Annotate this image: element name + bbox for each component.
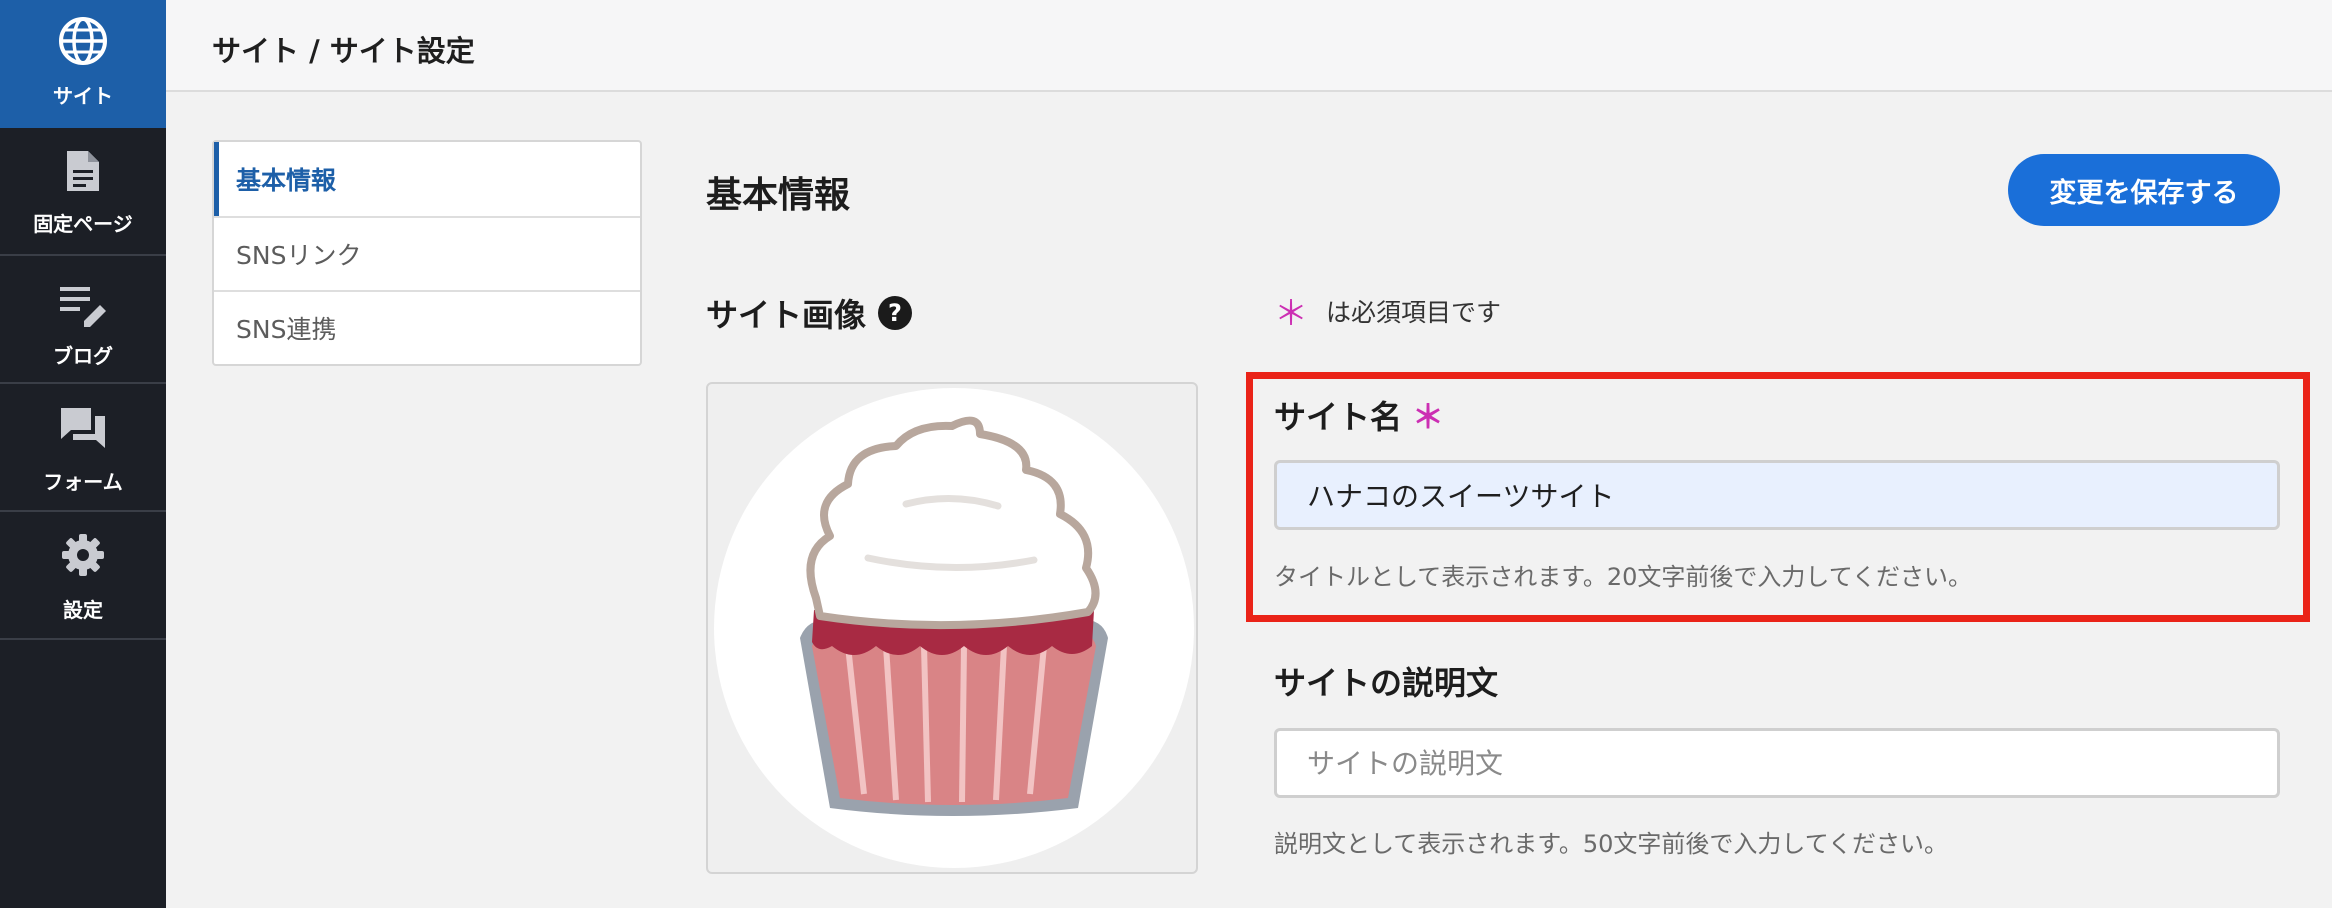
- site-image-heading: サイト画像 ?: [706, 290, 913, 336]
- nav-item-label: サイト: [53, 84, 113, 108]
- nav-item-settings[interactable]: 設定: [0, 512, 166, 640]
- site-name-hint: タイトルとして表示されます。20文字前後で入力してください。: [1274, 563, 1972, 591]
- site-name-label: サイト名＊: [1274, 392, 1444, 438]
- save-button[interactable]: 変更を保存する: [2008, 154, 2280, 226]
- nav-item-blog[interactable]: ブログ: [0, 256, 166, 384]
- submenu-item-basic-info[interactable]: 基本情報: [214, 142, 640, 216]
- site-image-label: サイト画像: [706, 296, 867, 334]
- question-circle-icon[interactable]: ?: [878, 296, 913, 330]
- settings-submenu: 基本情報 SNSリンク SNS連携: [212, 140, 642, 366]
- nav-item-label: ブログ: [53, 344, 113, 368]
- top-bar: サイト / サイト設定: [166, 0, 2332, 92]
- document-icon: [56, 144, 110, 198]
- required-mark: ＊: [1412, 398, 1445, 436]
- cupcake-image: [714, 388, 1194, 868]
- breadcrumb: サイト / サイト設定: [212, 34, 475, 68]
- required-note: ＊ は必須項目です: [1274, 286, 1501, 335]
- nav-item-site[interactable]: サイト: [0, 0, 166, 128]
- site-image-uploader[interactable]: [706, 382, 1198, 874]
- globe-icon: [56, 14, 110, 68]
- nav-item-forms[interactable]: フォーム: [0, 384, 166, 512]
- nav-item-label: 固定ページ: [33, 212, 133, 236]
- nav-item-label: 設定: [63, 598, 103, 622]
- edit-list-icon: [56, 278, 110, 332]
- site-description-label: サイトの説明文: [1274, 664, 1499, 702]
- site-description-input[interactable]: [1274, 728, 2280, 798]
- required-note-text: は必須項目です: [1326, 297, 1502, 327]
- submenu-item-sns-links[interactable]: SNSリンク: [214, 216, 640, 290]
- nav-item-label: フォーム: [43, 470, 123, 494]
- site-description-hint: 説明文として表示されます。50文字前後で入力してください。: [1274, 830, 1948, 858]
- site-name-input[interactable]: [1274, 460, 2280, 530]
- nav-item-pages[interactable]: 固定ページ: [0, 128, 166, 256]
- required-mark: ＊: [1274, 294, 1308, 334]
- forum-icon: [56, 402, 110, 456]
- site-name-label-text: サイト名: [1274, 398, 1403, 436]
- main-nav: サイト 固定ページ ブログ フォーム 設定: [0, 0, 166, 908]
- page-title: 基本情報: [706, 175, 851, 216]
- submenu-item-sns-integration[interactable]: SNS連携: [214, 290, 640, 364]
- gear-icon: [56, 528, 110, 582]
